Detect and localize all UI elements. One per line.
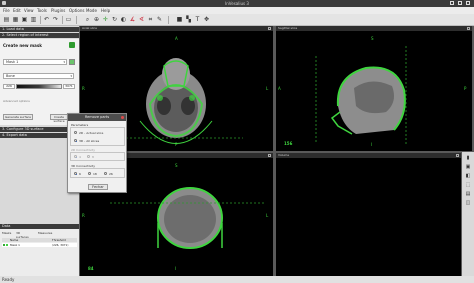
data-panel: Data Masks 3D surfaces Measures Name Thr…: [0, 224, 79, 276]
menu-plugins[interactable]: Plugins: [51, 8, 65, 13]
advanced-options-label: Advanced options: [3, 99, 30, 103]
crop-icon[interactable]: ⌗: [147, 16, 154, 23]
section-load-data[interactable]: 1. Load data: [0, 27, 79, 32]
menu-tools[interactable]: Tools: [37, 8, 47, 13]
menu-view[interactable]: View: [24, 8, 34, 13]
view-front-icon[interactable]: ▣: [465, 164, 471, 170]
menu-help[interactable]: Help: [101, 8, 110, 13]
stereo-icon[interactable]: ◫: [465, 200, 471, 206]
new-mask-icon[interactable]: [69, 42, 75, 48]
close-button[interactable]: [466, 1, 470, 5]
toolbar: ▤ ▦ ▣ ▥ ↶ ↷ ▭ ⌕ ⊕ ✛ ↻ ◐ ∡ ∢ ⌗ ✎ ■ ▚ T ✥: [0, 14, 474, 26]
dialog-title: Remove parts: [68, 114, 126, 121]
print-icon[interactable]: ▥: [30, 16, 37, 23]
conn2d-group: 4 8: [70, 152, 125, 161]
mask-name-cell: Mask 1: [10, 243, 20, 247]
tab-masks[interactable]: Masks: [2, 231, 11, 235]
mask-threshold-cell: (226, 3071): [52, 243, 69, 247]
cursor-icon[interactable]: ✥: [203, 16, 210, 23]
visibility-checkbox[interactable]: [3, 244, 5, 246]
window-title: InVesalius 3: [225, 1, 249, 6]
create-surface-button[interactable]: Create surface: [50, 114, 68, 123]
mask-color-swatch[interactable]: [69, 59, 75, 65]
threshold-max-input[interactable]: 3071: [63, 84, 75, 89]
radio-conn3d-6[interactable]: [74, 172, 77, 175]
threshold-min-input[interactable]: 226: [3, 84, 15, 89]
undo-icon[interactable]: ↶: [43, 16, 50, 23]
zoom-region-icon[interactable]: ⊕: [93, 16, 100, 23]
annotate-icon[interactable]: ✎: [156, 16, 163, 23]
pan-icon[interactable]: ✛: [102, 16, 109, 23]
view-top-icon[interactable]: ⬚: [465, 182, 471, 188]
radio-conn2d-4[interactable]: [74, 155, 77, 158]
conn3d-group: 6 18 26: [70, 168, 125, 178]
mask-color-indicator: [6, 244, 8, 246]
table-row[interactable]: Mask 1 (226, 3071): [2, 243, 77, 247]
remove-parts-dialog: Remove parts Parameters 2D - Actual slic…: [67, 113, 127, 193]
status-bar: Ready: [0, 276, 474, 283]
angle-icon[interactable]: ∢: [138, 16, 145, 23]
contrast-icon[interactable]: ◐: [120, 16, 127, 23]
menu-edit[interactable]: Edit: [13, 8, 21, 13]
radio-3d-label: 3D - All slices: [79, 139, 100, 143]
open-icon[interactable]: ▦: [12, 16, 19, 23]
close-dialog-button[interactable]: Fechar: [88, 184, 108, 190]
tile-icon[interactable]: ▚: [185, 16, 192, 23]
volume-header: Volume: [276, 153, 461, 158]
maximize-view-icon[interactable]: [456, 154, 459, 157]
generate-surface-button[interactable]: Generate surface: [3, 114, 33, 120]
create-mask-heading: Create new mask: [3, 43, 42, 48]
volume-viewport[interactable]: Volume: [276, 153, 461, 276]
column-name: Name: [10, 238, 19, 242]
chevron-down-icon: ▾: [70, 74, 72, 78]
text-icon[interactable]: T: [194, 16, 201, 23]
radio-conn2d-8[interactable]: [87, 155, 90, 158]
menu-file[interactable]: File: [3, 8, 10, 13]
section-select-roi[interactable]: 2. Select region of interest: [0, 33, 79, 38]
volume-toolbar: ▮ ▣ ◧ ⬚ ▤ ◫: [462, 152, 474, 276]
zoom-icon[interactable]: ⌕: [84, 16, 91, 23]
measure-icon[interactable]: ∡: [129, 16, 136, 23]
sagittal-viewport[interactable]: Sagittal slice S I A P 156: [276, 26, 472, 151]
menu-bar: File Edit View Tools Plugins Options Mod…: [0, 7, 474, 14]
mode-group: 2D - Actual slice 3D - All slices: [70, 127, 125, 146]
mask-name-select[interactable]: Mask 1 ▾: [3, 59, 67, 65]
colorbar-icon[interactable]: ▮: [465, 155, 471, 161]
threshold-preset-select[interactable]: Bone ▾: [3, 73, 74, 79]
save-icon[interactable]: ▣: [21, 16, 28, 23]
column-threshold: Threshold: [52, 238, 66, 242]
radio-conn3d-18[interactable]: [88, 172, 91, 175]
rotate-icon[interactable]: ↻: [111, 16, 118, 23]
slice-layout-icon[interactable]: ■: [176, 16, 183, 23]
screenshot-icon[interactable]: ▤: [465, 191, 471, 197]
minimize-button[interactable]: [450, 1, 454, 5]
threshold-slider[interactable]: [16, 84, 62, 89]
data-section-header: Data: [0, 224, 79, 229]
close-icon[interactable]: [121, 116, 124, 119]
menu-options[interactable]: Options: [69, 8, 84, 13]
chevron-down-icon: ▾: [63, 60, 65, 64]
menu-mode[interactable]: Mode: [86, 8, 97, 13]
tab-measures[interactable]: Measures: [38, 231, 52, 235]
radio-2d[interactable]: [74, 131, 77, 134]
radio-2d-label: 2D - Actual slice: [79, 131, 104, 135]
radio-3d[interactable]: [74, 139, 77, 142]
import-icon[interactable]: ▤: [3, 16, 10, 23]
redo-icon[interactable]: ↷: [52, 16, 59, 23]
radio-conn3d-26[interactable]: [104, 172, 107, 175]
sagittal-slice-image: [315, 46, 407, 144]
layout-icon[interactable]: ▭: [65, 16, 72, 23]
title-bar: InVesalius 3: [0, 0, 474, 7]
maximize-button[interactable]: [458, 1, 462, 5]
view-side-icon[interactable]: ◧: [465, 173, 471, 179]
mask-table-header: Name Threshold: [2, 238, 77, 242]
